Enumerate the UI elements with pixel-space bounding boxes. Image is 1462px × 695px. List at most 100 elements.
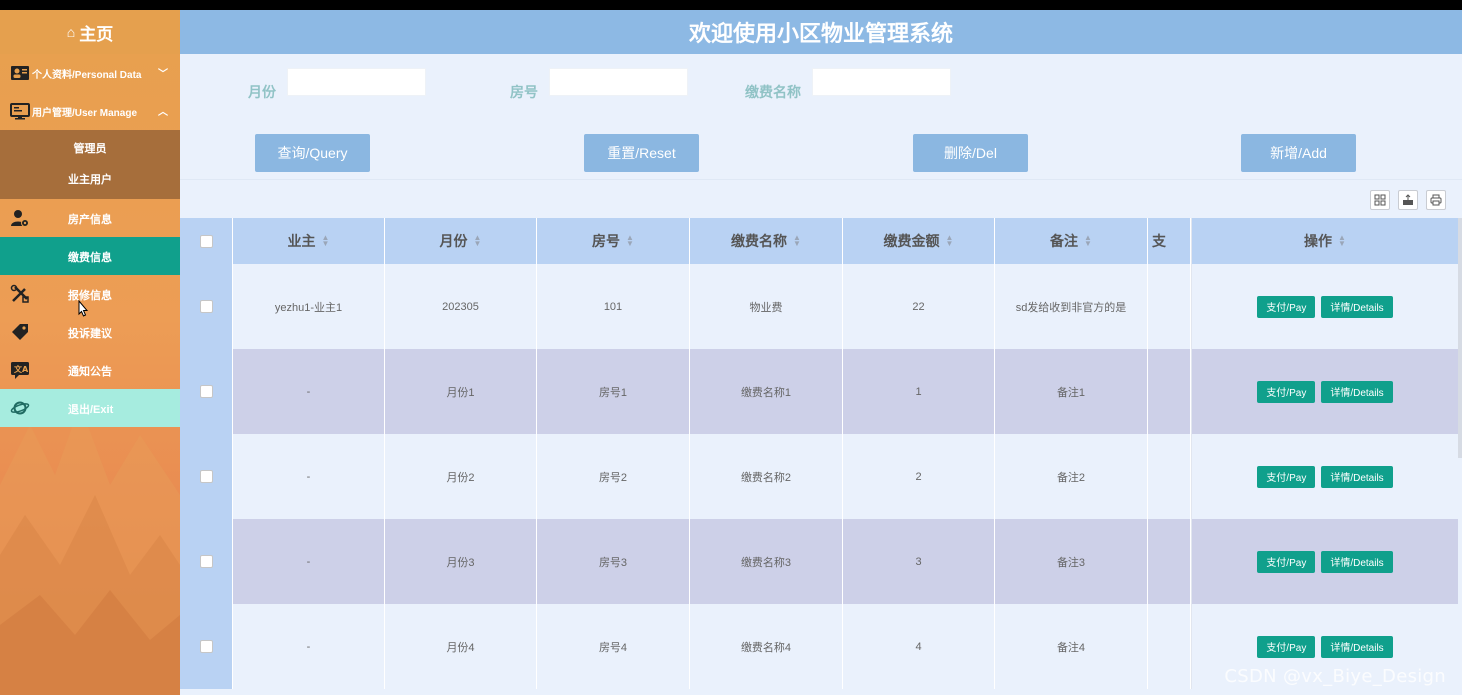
export-button[interactable] — [1398, 190, 1418, 210]
column-header-owner[interactable]: 业主 ▲ ▼ — [233, 218, 385, 264]
details-button[interactable]: 详情/Details — [1321, 550, 1393, 573]
column-header-label: 月份 — [439, 233, 468, 249]
cell-remark: 备注2 — [995, 434, 1148, 519]
cell-owner: - — [233, 519, 385, 604]
cell-pay-status — [1148, 604, 1191, 689]
pay-button[interactable]: 支付/Pay — [1257, 550, 1316, 573]
column-header-label: 缴费金额 — [883, 233, 940, 249]
cell-fee-name: 缴费名称1 — [690, 349, 843, 434]
column-header-pay-status[interactable]: 支 — [1148, 218, 1191, 264]
column-header-month[interactable]: 月份 ▲ ▼ — [385, 218, 537, 264]
row-checkbox[interactable] — [199, 300, 213, 313]
submenu-item-admin[interactable]: 管理员 — [0, 136, 180, 167]
row-select-cell — [180, 349, 233, 434]
cell-month: 202305 — [385, 264, 537, 349]
table-header-row: 业主 ▲ ▼ 月份 ▲ ▼ 房号 ▲ ▼ 缴费名称 ▲ ▼ 缴费金额 ▲ ▼ 备注 ▲ ▼ 支 操作 ▲ ▼ — [180, 218, 1458, 264]
sidebar-item-repair-info[interactable]: 报修信息 — [0, 275, 180, 313]
month-input[interactable] — [287, 68, 426, 96]
room-label: 房号 — [510, 84, 538, 100]
sidebar-item-label: 通知公告 — [68, 366, 112, 378]
translate-icon: 文A — [11, 362, 29, 379]
column-header-remark[interactable]: 备注 ▲ ▼ — [995, 218, 1148, 264]
cell-fee-name: 物业费 — [690, 264, 843, 349]
select-all-checkbox[interactable] — [199, 234, 213, 248]
row-checkbox[interactable] — [199, 555, 213, 568]
main-content: 欢迎使用小区物业管理系统 月份 房号 缴费名称 查询/Query 重置/Rese… — [180, 10, 1462, 695]
cell-month: 月份2 — [385, 434, 537, 519]
details-button[interactable]: 详情/Details — [1321, 635, 1393, 658]
cell-amount: 2 — [843, 434, 995, 519]
cell-pay-status — [1148, 349, 1191, 434]
cell-room: 房号1 — [537, 349, 690, 434]
cell-remark: 备注4 — [995, 604, 1148, 689]
details-button[interactable]: 详情/Details — [1321, 380, 1393, 403]
table-row: - 月份3 房号3 缴费名称3 3 备注3 支付/Pay 详情/Details — [180, 519, 1458, 604]
row-checkbox[interactable] — [199, 640, 213, 653]
export-icon — [1403, 194, 1413, 205]
sidebar-item-property-info[interactable]: 房产信息 — [0, 199, 180, 237]
sort-icon: ▲ ▼ — [1338, 233, 1346, 248]
column-header-label: 备注 — [1050, 233, 1079, 249]
cell-amount: 22 — [843, 264, 995, 349]
details-button[interactable]: 详情/Details — [1321, 465, 1393, 488]
column-header-label: 缴费名称 — [731, 233, 788, 249]
mouse-pointer-icon — [78, 300, 89, 317]
column-header-label: 支 — [1152, 233, 1166, 249]
columns-toggle-button[interactable] — [1370, 190, 1390, 210]
page-title: 欢迎使用小区物业管理系统 — [180, 10, 1462, 54]
cell-room: 101 — [537, 264, 690, 349]
pay-button[interactable]: 支付/Pay — [1257, 295, 1316, 318]
column-header-fee-name[interactable]: 缴费名称 ▲ ▼ — [690, 218, 843, 264]
cell-remark: sd发给收到非官方的是 — [995, 264, 1148, 349]
column-header-operations: 操作 ▲ ▼ — [1191, 218, 1458, 264]
table-row: - 月份1 房号1 缴费名称1 1 备注1 支付/Pay 详情/Details — [180, 349, 1458, 434]
row-checkbox[interactable] — [199, 385, 213, 398]
chevron-up-icon: ︿ — [158, 107, 168, 118]
sort-icon: ▲ ▼ — [945, 233, 954, 248]
print-button[interactable] — [1426, 190, 1446, 210]
home-link[interactable]: ⌂ 主页 — [0, 10, 180, 54]
home-icon: ⌂ — [66, 24, 76, 40]
sidebar-item-exit[interactable]: 退出/Exit — [0, 389, 180, 427]
sort-icon: ▲ ▼ — [626, 233, 634, 248]
cell-owner: yezhu1-业主1 — [233, 264, 385, 349]
tools-icon — [10, 284, 29, 303]
cell-room: 房号2 — [537, 434, 690, 519]
pay-button[interactable]: 支付/Pay — [1257, 380, 1316, 403]
query-button[interactable]: 查询/Query — [255, 134, 370, 172]
row-select-cell — [180, 604, 233, 689]
watermark: CSDN @vx_Biye_Design — [1224, 666, 1446, 687]
sidebar-group-user-manage[interactable]: 用户管理/User Manage ︿ — [0, 92, 180, 130]
cell-pay-status — [1148, 434, 1191, 519]
monitor-user-icon — [10, 103, 30, 120]
pay-button[interactable]: 支付/Pay — [1257, 465, 1316, 488]
cell-month: 月份4 — [385, 604, 537, 689]
fee-name-input[interactable] — [812, 68, 951, 96]
vertical-scrollbar[interactable] — [1458, 218, 1462, 458]
cell-owner: - — [233, 604, 385, 689]
sidebar-item-notices[interactable]: 文A 通知公告 — [0, 351, 180, 389]
add-button[interactable]: 新增/Add — [1241, 134, 1356, 172]
table-row: yezhu1-业主1 202305 101 物业费 22 sd发给收到非官方的是… — [180, 264, 1458, 349]
cell-operations: 支付/Pay 详情/Details — [1191, 434, 1458, 519]
column-header-label: 房号 — [592, 233, 621, 249]
grid-icon — [1374, 194, 1386, 206]
sidebar-item-label: 缴费信息 — [68, 252, 112, 264]
reset-button[interactable]: 重置/Reset — [584, 134, 699, 172]
sidebar-group-personal-data[interactable]: 个人资料/Personal Data ﹀ — [0, 54, 180, 92]
cell-operations: 支付/Pay 详情/Details — [1191, 519, 1458, 604]
column-header-room[interactable]: 房号 ▲ ▼ — [537, 218, 690, 264]
sidebar-item-payment-info[interactable]: 缴费信息 — [0, 237, 180, 275]
cell-month: 月份1 — [385, 349, 537, 434]
row-checkbox[interactable] — [199, 470, 213, 483]
room-input[interactable] — [549, 68, 688, 96]
details-button[interactable]: 详情/Details — [1321, 295, 1393, 318]
sidebar-item-complaints[interactable]: 投诉建议 — [0, 313, 180, 351]
sidebar-group-label: 用户管理/User Manage — [32, 108, 138, 119]
delete-button[interactable]: 删除/Del — [913, 134, 1028, 172]
cell-operations: 支付/Pay 详情/Details — [1191, 349, 1458, 434]
column-header-amount[interactable]: 缴费金额 ▲ ▼ — [843, 218, 995, 264]
pay-button[interactable]: 支付/Pay — [1257, 635, 1316, 658]
row-select-cell — [180, 264, 233, 349]
submenu-item-owner-users[interactable]: 业主用户 — [0, 167, 180, 198]
